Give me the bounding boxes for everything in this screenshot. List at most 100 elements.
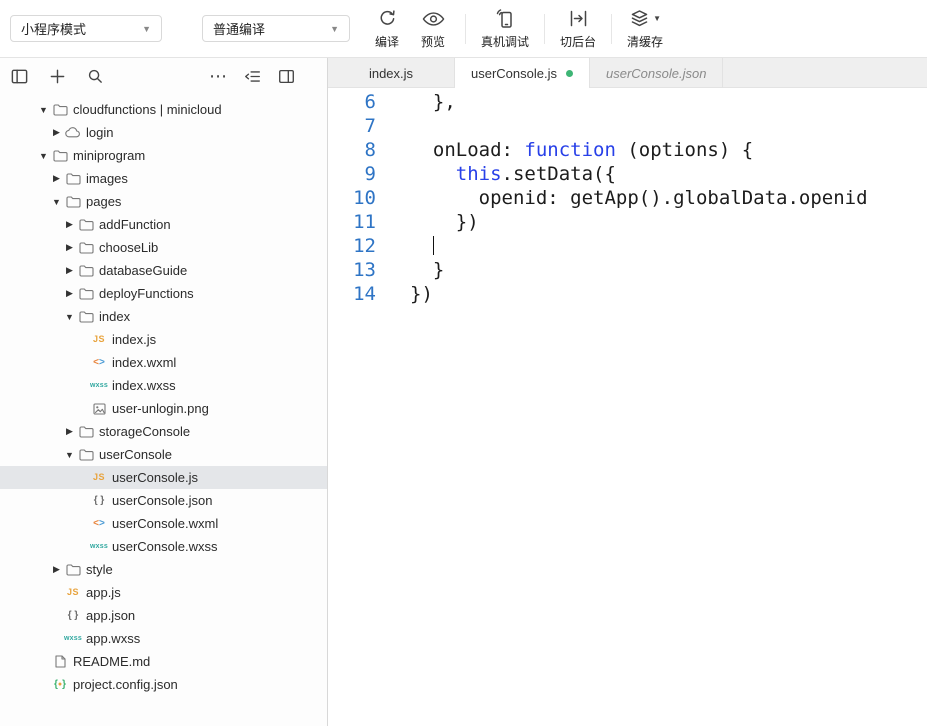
code-line-14[interactable]: 14}) xyxy=(328,282,927,306)
tree-item-pages[interactable]: ▼ pages xyxy=(0,190,327,213)
chevron-right-icon[interactable]: ▶ xyxy=(51,127,62,138)
more-button[interactable]: ⋯ xyxy=(207,65,229,87)
tree-item-app.js[interactable]: JS app.js xyxy=(0,581,327,604)
tree-item-app.wxss[interactable]: wxss app.wxss xyxy=(0,627,327,650)
file-tree: ▼ cloudfunctions | minicloud ▶ login ▼ minipr… xyxy=(0,94,327,726)
tree-item-project.config.json[interactable]: {●} project.config.json xyxy=(0,673,327,696)
chevron-down-icon: ▼ xyxy=(330,23,339,34)
add-file-button[interactable] xyxy=(46,65,68,87)
js-file-icon: JS xyxy=(92,472,105,482)
tree-item-readme.md[interactable]: README.md xyxy=(0,650,327,673)
code-line-6[interactable]: 6 }, xyxy=(328,90,927,114)
chevron-right-icon[interactable]: ▶ xyxy=(64,265,75,276)
layout-button[interactable] xyxy=(275,65,297,87)
chevron-down-icon[interactable]: ▼ xyxy=(38,151,49,161)
tree-item-login[interactable]: ▶ login xyxy=(0,121,327,144)
clear-cache-button[interactable]: ▼ 清缓存 xyxy=(621,0,669,57)
tree-item-userconsole.json[interactable]: { } userConsole.json xyxy=(0,489,327,512)
tree-item-userconsole.wxml[interactable]: <> userConsole.wxml xyxy=(0,512,327,535)
tab-userconsole.js[interactable]: userConsole.js xyxy=(455,58,590,88)
code-line-7[interactable]: 7 xyxy=(328,114,927,138)
line-number: 9 xyxy=(364,163,376,185)
toolbar-action-label: 清缓存 xyxy=(627,34,664,49)
clear-cache-icon: ▼ xyxy=(629,8,661,30)
compile-button[interactable]: 编译 xyxy=(364,0,410,57)
tab-userconsole.json[interactable]: userConsole.json xyxy=(590,58,724,88)
line-number: 14 xyxy=(353,283,376,305)
tree-item-userconsole[interactable]: ▼ userConsole xyxy=(0,443,327,466)
tree-item-label: userConsole.json xyxy=(112,493,213,508)
folder-icon xyxy=(77,218,95,231)
chevron-down-icon: ▼ xyxy=(653,14,661,23)
folder-icon xyxy=(77,448,95,461)
preview-icon xyxy=(422,8,445,30)
tree-item-userconsole.wxss[interactable]: wxss userConsole.wxss xyxy=(0,535,327,558)
chevron-down-icon[interactable]: ▼ xyxy=(64,450,75,460)
tree-item-addfunction[interactable]: ▶ addFunction xyxy=(0,213,327,236)
compile-mode-dropdown[interactable]: 普通编译 ▼ xyxy=(202,15,350,42)
config-file-icon: {●} xyxy=(53,678,67,690)
code-editor[interactable]: 6 }, 7 8 onLoad: function (options) {9 thi… xyxy=(328,88,927,726)
chevron-down-icon[interactable]: ▼ xyxy=(51,197,62,207)
chevron-down-icon[interactable]: ▼ xyxy=(38,105,49,115)
tree-item-app.json[interactable]: { } app.json xyxy=(0,604,327,627)
code-text: this.setData({ xyxy=(455,163,616,185)
chevron-right-icon[interactable]: ▶ xyxy=(64,288,75,299)
collapse-folders-button[interactable] xyxy=(241,65,263,87)
tree-item-storageconsole[interactable]: ▶ storageConsole xyxy=(0,420,327,443)
wxml-file-icon: <> xyxy=(93,517,105,529)
tree-item-index.wxss[interactable]: wxss index.wxss xyxy=(0,374,327,397)
tree-item-images[interactable]: ▶ images xyxy=(0,167,327,190)
search-button[interactable] xyxy=(84,65,106,87)
code-text: }) xyxy=(410,283,433,305)
collapse-folders-icon xyxy=(243,67,262,86)
tree-item-label: deployFunctions xyxy=(99,286,194,301)
tree-item-label: user-unlogin.png xyxy=(112,401,209,416)
tree-item-style[interactable]: ▶ style xyxy=(0,558,327,581)
tree-item-userconsole.js[interactable]: JS userConsole.js xyxy=(0,466,327,489)
chevron-right-icon[interactable]: ▶ xyxy=(64,242,75,253)
toolbar-actions: 编译 预览 真机调试 切后台 ▼ 清缓存 xyxy=(364,0,669,57)
tree-item-label: chooseLib xyxy=(99,240,159,255)
tab-index.js[interactable]: index.js xyxy=(328,58,455,88)
tree-item-databaseguide[interactable]: ▶ databaseGuide xyxy=(0,259,327,282)
code-line-9[interactable]: 9 this.setData({ xyxy=(328,162,927,186)
json-file-icon: { } xyxy=(67,609,79,621)
code-line-13[interactable]: 13 } xyxy=(328,258,927,282)
tree-item-cloudfunctions-minicloud[interactable]: ▼ cloudfunctions | minicloud xyxy=(0,98,327,121)
search-icon xyxy=(87,68,104,85)
switch-background-button[interactable]: 切后台 xyxy=(554,0,602,57)
image-file-icon xyxy=(90,402,108,415)
chevron-right-icon[interactable]: ▶ xyxy=(64,426,75,437)
tree-item-miniprogram[interactable]: ▼ miniprogram xyxy=(0,144,327,167)
tab-bar: index.js userConsole.js userConsole.json xyxy=(328,58,927,88)
line-number: 11 xyxy=(353,211,376,233)
code-line-10[interactable]: 10 openid: getApp().globalData.openid xyxy=(328,186,927,210)
code-line-12[interactable]: 12 xyxy=(328,234,927,258)
main-area: ⋯ ▼ cloudfunctions | minicloud ▶ login ▼ mini… xyxy=(0,58,927,726)
tree-item-user-unlogin.png[interactable]: user-unlogin.png xyxy=(0,397,327,420)
tree-item-index.js[interactable]: JS index.js xyxy=(0,328,327,351)
tree-item-index[interactable]: ▼ index xyxy=(0,305,327,328)
tree-item-deployfunctions[interactable]: ▶ deployFunctions xyxy=(0,282,327,305)
file-explorer-sidebar: ⋯ ▼ cloudfunctions | minicloud ▶ login ▼ mini… xyxy=(0,58,328,726)
tree-item-label: index.wxss xyxy=(112,378,176,393)
tree-item-chooselib[interactable]: ▶ chooseLib xyxy=(0,236,327,259)
chevron-down-icon[interactable]: ▼ xyxy=(64,312,75,322)
mode-dropdown[interactable]: 小程序模式 ▼ xyxy=(10,15,162,42)
chevron-right-icon[interactable]: ▶ xyxy=(51,173,62,184)
collapse-sidebar-button[interactable] xyxy=(8,65,30,87)
tree-item-label: storageConsole xyxy=(99,424,191,439)
preview-button[interactable]: 预览 xyxy=(410,0,456,57)
code-line-8[interactable]: 8 onLoad: function (options) { xyxy=(328,138,927,162)
device-debug-button[interactable]: 真机调试 xyxy=(475,0,535,57)
tree-item-label: databaseGuide xyxy=(99,263,188,278)
code-line-11[interactable]: 11 }) xyxy=(328,210,927,234)
tree-item-index.wxml[interactable]: <> index.wxml xyxy=(0,351,327,374)
md-file-icon xyxy=(51,655,69,668)
line-number: 6 xyxy=(364,91,376,113)
tree-item-label: app.wxss xyxy=(86,631,141,646)
tree-item-label: index.wxml xyxy=(112,355,177,370)
chevron-right-icon[interactable]: ▶ xyxy=(51,564,62,575)
chevron-right-icon[interactable]: ▶ xyxy=(64,219,75,230)
